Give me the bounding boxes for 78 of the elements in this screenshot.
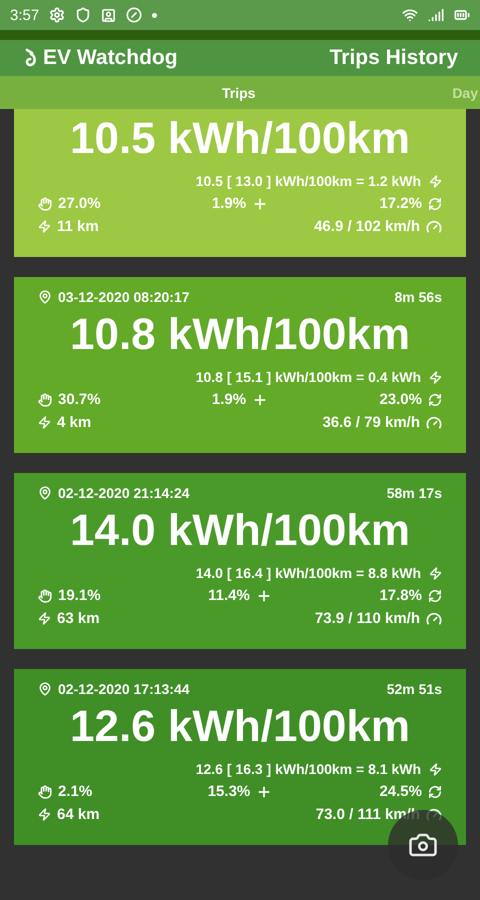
lightning-icon: [429, 174, 442, 188]
lightning-icon: [429, 762, 442, 776]
trip-card[interactable]: 02-12-2020 17:13:44 52m 51s 12.6 kWh/100km 12.6 [ 16.3 ] kWh/100km = 8.1 kWh 2.1% 15.3% 24.5% 64 km 73.0 / 111 km/h: [14, 669, 466, 845]
location-pin-icon: [38, 290, 52, 304]
share-value: 2.1%: [58, 783, 92, 800]
wifi-icon: [402, 7, 418, 23]
consumption-value: 14.0 kWh/100km: [70, 505, 410, 557]
share-value: 17.2%: [379, 195, 422, 212]
hand-icon: [38, 784, 52, 798]
lightning-icon: [429, 370, 442, 384]
trip-speed: 46.9 / 102 km/h: [314, 218, 420, 235]
app-name: EV Watchdog: [43, 46, 178, 70]
plus-icon: [252, 196, 268, 212]
trip-speed: 73.9 / 110 km/h: [314, 610, 420, 627]
gauge-icon: [426, 610, 442, 626]
status-time: 3:57: [10, 6, 40, 24]
share-value: 30.7%: [58, 391, 101, 408]
trip-duration: 8m 56s: [394, 289, 442, 305]
data-saver-icon: [126, 7, 142, 23]
share-value: 11.4%: [208, 587, 250, 604]
logo-icon: [24, 48, 38, 68]
profile-icon: [101, 8, 116, 22]
hand-icon: [38, 588, 52, 602]
notification-dot: [152, 12, 158, 18]
plus-icon: [252, 392, 268, 408]
share-value: 1.9%: [212, 195, 246, 212]
trip-speed: 73.0 / 111 km/h: [316, 806, 420, 823]
location-pin-icon: [38, 682, 52, 696]
trip-duration: 58m 17s: [386, 485, 442, 501]
share-value: 19.1%: [58, 587, 101, 604]
share-value: 24.5%: [379, 783, 422, 800]
lightning-icon: [38, 416, 51, 429]
refresh-icon: [428, 784, 442, 798]
trip-card[interactable]: 02-12-2020 21:14:24 58m 17s 14.0 kWh/100km 14.0 [ 16.4 ] kWh/100km = 8.8 kWh 19.1% 11.4% 17.8% 63 km 73.9 / 110 km/h: [14, 473, 466, 649]
trip-date: 03-12-2020 08:20:17: [58, 289, 190, 305]
battery-icon: [454, 7, 470, 23]
signal-icon: [428, 7, 444, 23]
trip-date: 02-12-2020 17:13:44: [58, 681, 190, 697]
share-value: 27.0%: [58, 195, 101, 212]
share-value: 1.9%: [212, 391, 246, 408]
share-value: 23.0%: [379, 391, 422, 408]
lightning-icon: [38, 808, 51, 821]
share-value: 15.3%: [208, 783, 250, 800]
trip-speed: 36.6 / 79 km/h: [322, 414, 420, 431]
consumption-detail: 10.5 [ 13.0 ] kWh/100km = 1.2 kWh: [196, 173, 421, 189]
lightning-icon: [38, 220, 51, 233]
trip-date: 02-12-2020 21:14:24: [58, 485, 190, 501]
hand-icon: [38, 196, 52, 210]
tab[interactable]: Day: [452, 84, 478, 100]
consumption-value: 10.8 kWh/100km: [70, 309, 410, 361]
gauge-icon: [426, 414, 442, 430]
refresh-icon: [428, 588, 442, 602]
consumption-detail: 14.0 [ 16.4 ] kWh/100km = 8.8 kWh: [196, 565, 421, 581]
consumption-detail: 10.8 [ 15.1 ] kWh/100km = 0.4 kWh: [196, 369, 421, 385]
trip-distance: 4 km: [57, 414, 92, 431]
consumption-detail: 12.6 [ 16.3 ] kWh/100km = 8.1 kWh: [196, 761, 421, 777]
screen-title: Trips History: [330, 46, 458, 70]
consumption-value: 12.6 kWh/100km: [70, 701, 410, 753]
trip-distance: 64 km: [57, 806, 100, 823]
trip-duration: 52m 51s: [386, 681, 442, 697]
location-pin-icon: [38, 486, 52, 500]
shield-icon: [75, 7, 92, 23]
trip-distance: 63 km: [57, 610, 100, 627]
tab[interactable]: Trips: [222, 84, 256, 100]
refresh-icon: [428, 392, 442, 406]
lightning-icon: [429, 566, 442, 580]
hand-icon: [38, 392, 52, 406]
share-value: 17.8%: [379, 587, 422, 604]
gauge-icon: [426, 218, 442, 234]
plus-icon: [256, 588, 272, 604]
settings-icon: [49, 7, 66, 23]
consumption-value: 10.5 kWh/100km: [70, 113, 410, 165]
trip-card[interactable]: 10.5 kWh/100km 10.5 [ 13.0 ] kWh/100km = 1.2 kWh 27.0% 1.9% 17.2% 11 km 46.9 / 102 km/h: [14, 109, 466, 257]
trip-card[interactable]: 03-12-2020 08:20:17 8m 56s 10.8 kWh/100km 10.8 [ 15.1 ] kWh/100km = 0.4 kWh 30.7% 1.9% 23.0% 4 km 36.6 / 79 km/h: [14, 277, 466, 453]
lightning-icon: [38, 612, 51, 625]
trip-distance: 11 km: [57, 218, 99, 235]
refresh-icon: [428, 196, 442, 210]
plus-icon: [256, 784, 272, 800]
